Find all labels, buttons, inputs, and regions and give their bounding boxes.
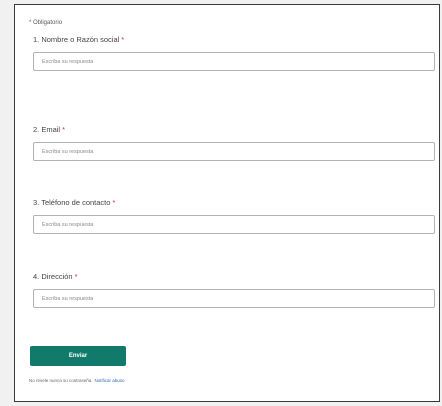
phone-input[interactable] (33, 215, 435, 234)
question-title: 3. Teléfono de contacto * (33, 198, 437, 207)
required-star: * (121, 35, 125, 44)
required-note: * Obligatorio (29, 20, 62, 26)
question-name: 1. Nombre o Razón social * (33, 35, 437, 71)
required-note-text: Obligatorio (33, 20, 63, 26)
question-label: 4. Dirección (33, 272, 73, 281)
required-star: * (112, 198, 116, 207)
question-label: 2. Email (33, 125, 61, 134)
question-title: 4. Dirección * (33, 272, 437, 281)
question-email: 2. Email * (33, 125, 437, 161)
question-phone: 3. Teléfono de contacto * (33, 198, 437, 234)
footer-note: No revele nunca su contraseña. Notificar … (29, 378, 125, 383)
required-star: * (74, 272, 78, 281)
required-star: * (29, 20, 32, 26)
name-input[interactable] (33, 52, 435, 71)
question-title: 2. Email * (33, 125, 437, 134)
question-label: 1. Nombre o Razón social (33, 35, 120, 44)
question-address: 4. Dirección * (33, 272, 437, 308)
password-warning: No revele nunca su contraseña. (29, 378, 93, 383)
required-star: * (62, 125, 66, 134)
report-abuse-link[interactable]: Notificar abuso (95, 378, 125, 383)
email-input[interactable] (33, 142, 435, 161)
form-card: * Obligatorio 1. Nombre o Razón social * … (14, 4, 440, 402)
submit-button[interactable]: Enviar (30, 346, 126, 366)
question-title: 1. Nombre o Razón social * (33, 35, 437, 44)
address-input[interactable] (33, 289, 435, 308)
question-label: 3. Teléfono de contacto (33, 198, 111, 207)
